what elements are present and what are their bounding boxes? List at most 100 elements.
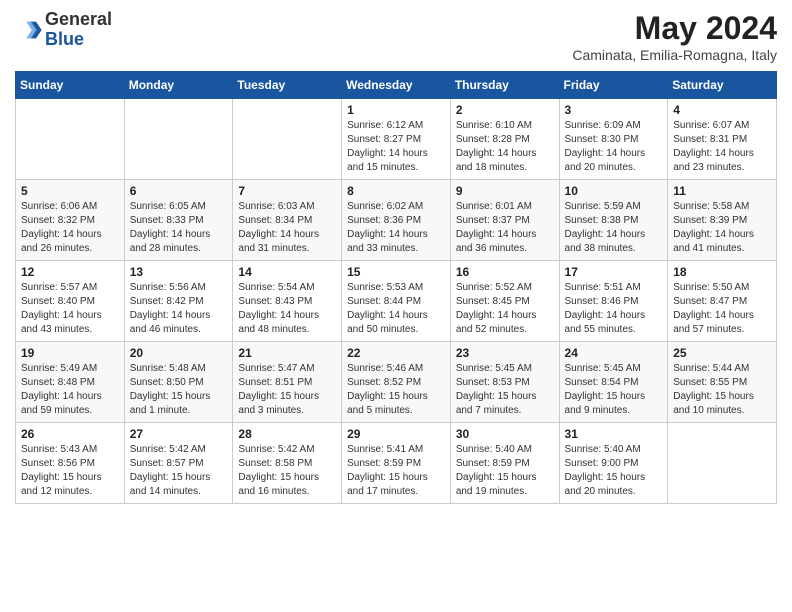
day-number: 29 <box>347 427 445 441</box>
month-title: May 2024 <box>572 10 777 47</box>
day-number: 21 <box>238 346 336 360</box>
day-info: Sunrise: 6:12 AM Sunset: 8:27 PM Dayligh… <box>347 119 445 175</box>
day-info: Sunrise: 6:01 AM Sunset: 8:37 PM Dayligh… <box>456 200 554 256</box>
day-info: Sunrise: 5:57 AM Sunset: 8:40 PM Dayligh… <box>21 281 119 337</box>
weekday-header-thursday: Thursday <box>450 72 559 99</box>
day-info: Sunrise: 6:02 AM Sunset: 8:36 PM Dayligh… <box>347 200 445 256</box>
day-info: Sunrise: 5:58 AM Sunset: 8:39 PM Dayligh… <box>673 200 771 256</box>
weekday-header-monday: Monday <box>124 72 233 99</box>
day-info: Sunrise: 5:53 AM Sunset: 8:44 PM Dayligh… <box>347 281 445 337</box>
day-number: 10 <box>565 184 663 198</box>
day-number: 14 <box>238 265 336 279</box>
day-number: 16 <box>456 265 554 279</box>
day-info: Sunrise: 5:42 AM Sunset: 8:58 PM Dayligh… <box>238 443 336 499</box>
day-number: 23 <box>456 346 554 360</box>
day-number: 9 <box>456 184 554 198</box>
calendar-cell <box>233 99 342 180</box>
calendar-cell: 12 Sunrise: 5:57 AM Sunset: 8:40 PM Dayli… <box>16 261 125 342</box>
day-info: Sunrise: 6:10 AM Sunset: 8:28 PM Dayligh… <box>456 119 554 175</box>
calendar-cell: 6 Sunrise: 6:05 AM Sunset: 8:33 PM Daylig… <box>124 180 233 261</box>
day-number: 26 <box>21 427 119 441</box>
calendar-cell: 25 Sunrise: 5:44 AM Sunset: 8:55 PM Dayli… <box>668 342 777 423</box>
calendar-cell: 17 Sunrise: 5:51 AM Sunset: 8:46 PM Dayli… <box>559 261 668 342</box>
day-number: 25 <box>673 346 771 360</box>
day-info: Sunrise: 5:40 AM Sunset: 8:59 PM Dayligh… <box>456 443 554 499</box>
calendar: SundayMondayTuesdayWednesdayThursdayFrid… <box>15 71 777 504</box>
calendar-cell: 21 Sunrise: 5:47 AM Sunset: 8:51 PM Dayli… <box>233 342 342 423</box>
weekday-header-saturday: Saturday <box>668 72 777 99</box>
day-info: Sunrise: 5:45 AM Sunset: 8:54 PM Dayligh… <box>565 362 663 418</box>
calendar-cell: 9 Sunrise: 6:01 AM Sunset: 8:37 PM Daylig… <box>450 180 559 261</box>
calendar-cell: 29 Sunrise: 5:41 AM Sunset: 8:59 PM Dayli… <box>342 423 451 504</box>
calendar-cell: 28Sunrise: 5:42 AM Sunset: 8:58 PM Dayli… <box>233 423 342 504</box>
calendar-cell: 16 Sunrise: 5:52 AM Sunset: 8:45 PM Dayli… <box>450 261 559 342</box>
logo-text: General Blue <box>45 10 112 50</box>
day-number: 11 <box>673 184 771 198</box>
weekday-header-friday: Friday <box>559 72 668 99</box>
day-info: Sunrise: 5:52 AM Sunset: 8:45 PM Dayligh… <box>456 281 554 337</box>
calendar-week-row: 19 Sunrise: 5:49 AM Sunset: 8:48 PM Dayli… <box>16 342 777 423</box>
day-number: 7 <box>238 184 336 198</box>
day-info: Sunrise: 5:51 AM Sunset: 8:46 PM Dayligh… <box>565 281 663 337</box>
calendar-cell: 4Sunrise: 6:07 AM Sunset: 8:31 PM Daylig… <box>668 99 777 180</box>
day-number: 6 <box>130 184 228 198</box>
day-info: Sunrise: 5:50 AM Sunset: 8:47 PM Dayligh… <box>673 281 771 337</box>
calendar-cell: 1 Sunrise: 6:12 AM Sunset: 8:27 PM Daylig… <box>342 99 451 180</box>
day-info: Sunrise: 5:41 AM Sunset: 8:59 PM Dayligh… <box>347 443 445 499</box>
calendar-week-row: 26Sunrise: 5:43 AM Sunset: 8:56 PM Dayli… <box>16 423 777 504</box>
day-info: Sunrise: 5:42 AM Sunset: 8:57 PM Dayligh… <box>130 443 228 499</box>
day-info: Sunrise: 5:48 AM Sunset: 8:50 PM Dayligh… <box>130 362 228 418</box>
day-number: 13 <box>130 265 228 279</box>
calendar-cell: 14Sunrise: 5:54 AM Sunset: 8:43 PM Dayli… <box>233 261 342 342</box>
calendar-week-row: 12 Sunrise: 5:57 AM Sunset: 8:40 PM Dayli… <box>16 261 777 342</box>
weekday-header-sunday: Sunday <box>16 72 125 99</box>
weekday-header-row: SundayMondayTuesdayWednesdayThursdayFrid… <box>16 72 777 99</box>
page-header: General Blue May 2024 Caminata, Emilia-R… <box>15 10 777 63</box>
calendar-cell: 26Sunrise: 5:43 AM Sunset: 8:56 PM Dayli… <box>16 423 125 504</box>
calendar-cell <box>16 99 125 180</box>
day-number: 18 <box>673 265 771 279</box>
calendar-cell: 2 Sunrise: 6:10 AM Sunset: 8:28 PM Daylig… <box>450 99 559 180</box>
calendar-cell <box>124 99 233 180</box>
logo-general: General <box>45 10 112 30</box>
calendar-cell: 27 Sunrise: 5:42 AM Sunset: 8:57 PM Dayli… <box>124 423 233 504</box>
day-info: Sunrise: 6:05 AM Sunset: 8:33 PM Dayligh… <box>130 200 228 256</box>
title-section: May 2024 Caminata, Emilia-Romagna, Italy <box>572 10 777 63</box>
day-number: 31 <box>565 427 663 441</box>
calendar-cell <box>668 423 777 504</box>
calendar-cell: 22Sunrise: 5:46 AM Sunset: 8:52 PM Dayli… <box>342 342 451 423</box>
day-info: Sunrise: 5:49 AM Sunset: 8:48 PM Dayligh… <box>21 362 119 418</box>
day-number: 19 <box>21 346 119 360</box>
calendar-cell: 31 Sunrise: 5:40 AM Sunset: 9:00 PM Dayli… <box>559 423 668 504</box>
day-info: Sunrise: 6:09 AM Sunset: 8:30 PM Dayligh… <box>565 119 663 175</box>
day-number: 17 <box>565 265 663 279</box>
day-info: Sunrise: 5:44 AM Sunset: 8:55 PM Dayligh… <box>673 362 771 418</box>
day-number: 12 <box>21 265 119 279</box>
day-number: 1 <box>347 103 445 117</box>
calendar-cell: 8Sunrise: 6:02 AM Sunset: 8:36 PM Daylig… <box>342 180 451 261</box>
day-info: Sunrise: 5:46 AM Sunset: 8:52 PM Dayligh… <box>347 362 445 418</box>
day-info: Sunrise: 5:47 AM Sunset: 8:51 PM Dayligh… <box>238 362 336 418</box>
calendar-cell: 20 Sunrise: 5:48 AM Sunset: 8:50 PM Dayli… <box>124 342 233 423</box>
day-info: Sunrise: 5:59 AM Sunset: 8:38 PM Dayligh… <box>565 200 663 256</box>
weekday-header-wednesday: Wednesday <box>342 72 451 99</box>
day-number: 20 <box>130 346 228 360</box>
day-info: Sunrise: 6:03 AM Sunset: 8:34 PM Dayligh… <box>238 200 336 256</box>
weekday-header-tuesday: Tuesday <box>233 72 342 99</box>
calendar-cell: 13Sunrise: 5:56 AM Sunset: 8:42 PM Dayli… <box>124 261 233 342</box>
calendar-cell: 23 Sunrise: 5:45 AM Sunset: 8:53 PM Dayli… <box>450 342 559 423</box>
day-info: Sunrise: 5:45 AM Sunset: 8:53 PM Dayligh… <box>456 362 554 418</box>
day-number: 2 <box>456 103 554 117</box>
calendar-cell: 10 Sunrise: 5:59 AM Sunset: 8:38 PM Dayli… <box>559 180 668 261</box>
day-number: 15 <box>347 265 445 279</box>
calendar-cell: 5Sunrise: 6:06 AM Sunset: 8:32 PM Daylig… <box>16 180 125 261</box>
day-info: Sunrise: 5:40 AM Sunset: 9:00 PM Dayligh… <box>565 443 663 499</box>
calendar-cell: 19 Sunrise: 5:49 AM Sunset: 8:48 PM Dayli… <box>16 342 125 423</box>
logo: General Blue <box>15 10 112 50</box>
location: Caminata, Emilia-Romagna, Italy <box>572 47 777 63</box>
calendar-cell: 24Sunrise: 5:45 AM Sunset: 8:54 PM Dayli… <box>559 342 668 423</box>
day-number: 27 <box>130 427 228 441</box>
day-number: 4 <box>673 103 771 117</box>
day-number: 5 <box>21 184 119 198</box>
calendar-cell: 3Sunrise: 6:09 AM Sunset: 8:30 PM Daylig… <box>559 99 668 180</box>
